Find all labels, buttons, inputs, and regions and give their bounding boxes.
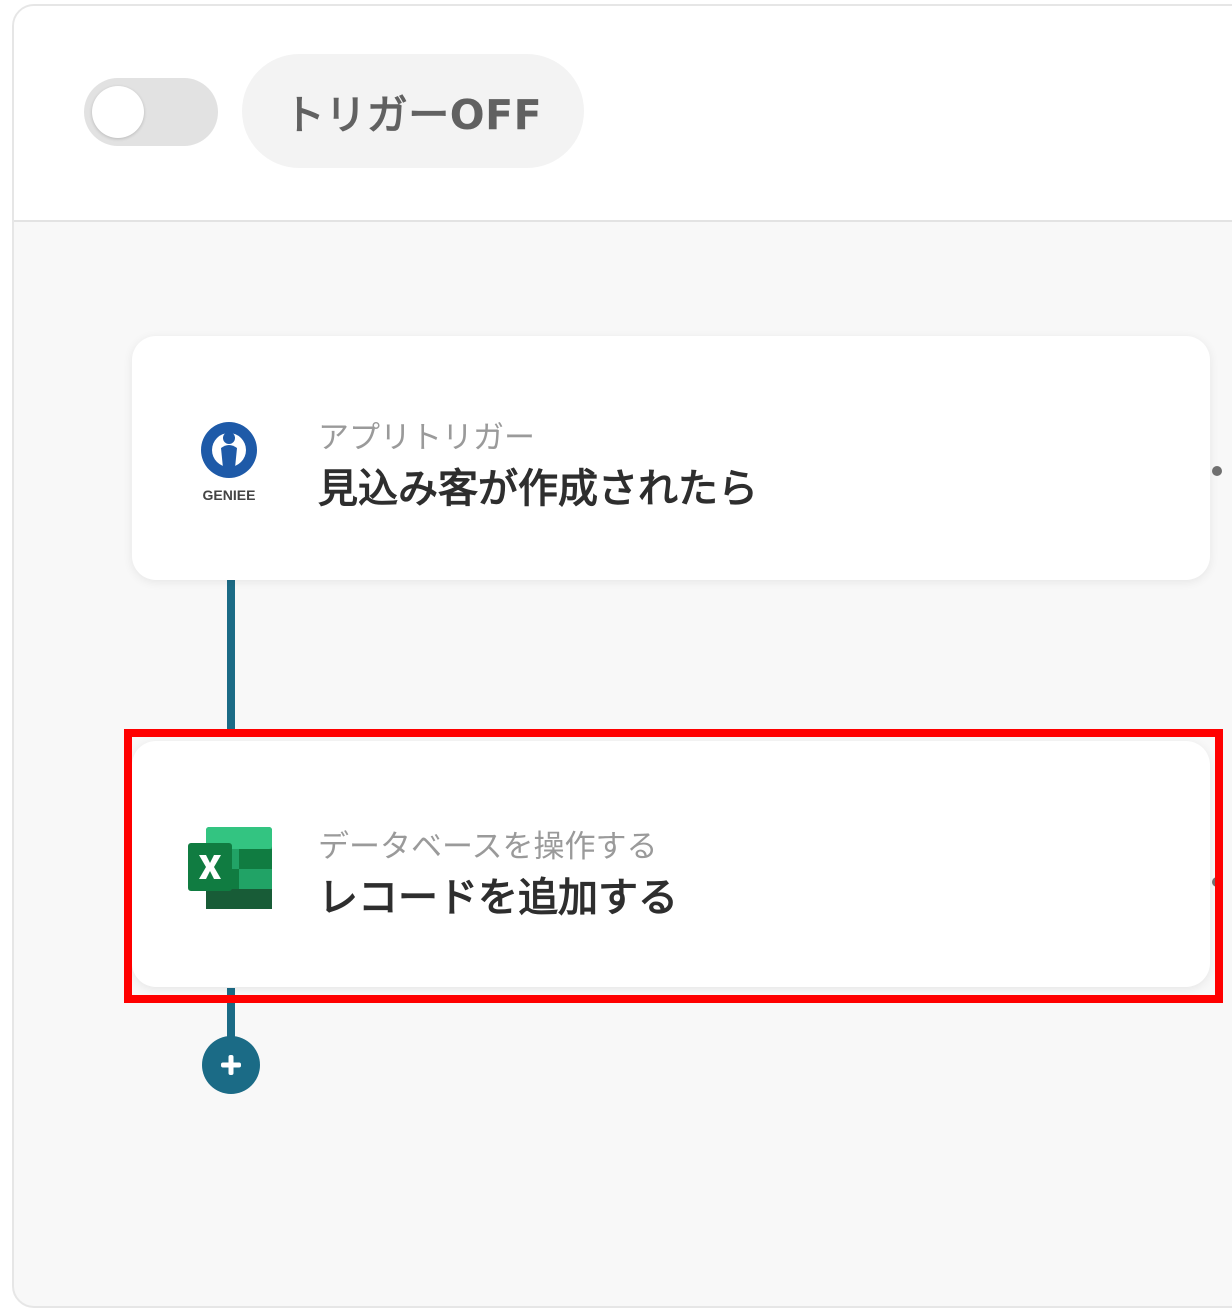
highlight-box: [124, 729, 1223, 1003]
step-title: 見込み客が作成されたら: [318, 466, 758, 512]
toggle-knob[interactable]: [92, 86, 144, 138]
workflow-panel: トリガーOFF GENIEE アプリトリガー 見込み客が作成されたら データベー…: [12, 4, 1232, 1308]
trigger-status-label: トリガーOFF: [283, 91, 543, 139]
geniee-logo-icon: GENIEE: [194, 418, 264, 504]
plus-icon: [221, 1055, 241, 1075]
flow-step-trigger[interactable]: GENIEE アプリトリガー 見込み客が作成されたら: [132, 336, 1222, 580]
connection-handle[interactable]: [1212, 466, 1222, 476]
trigger-toggle[interactable]: [84, 78, 218, 146]
workflow-header: トリガーOFF: [14, 6, 1232, 222]
add-step-button[interactable]: [202, 1036, 260, 1094]
geniee-logo-text: GENIEE: [203, 487, 256, 503]
step-subtitle: アプリトリガー: [318, 420, 535, 456]
trigger-status-badge: トリガーOFF: [242, 54, 584, 168]
flow-connector-line: [227, 576, 235, 736]
